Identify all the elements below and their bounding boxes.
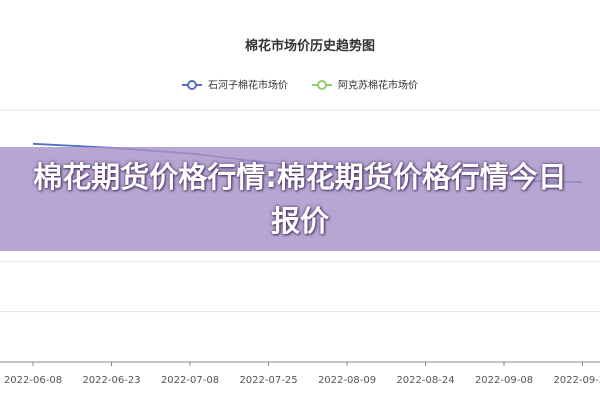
x-tick-label: 2022-09-23 (553, 375, 600, 386)
x-tick-label: 2022-07-25 (239, 375, 297, 386)
x-tick-label: 2022-06-08 (4, 375, 62, 386)
chart-title: 棉花市场价历史趋势图 (245, 38, 375, 54)
legend-swatch-marker (187, 80, 197, 90)
headline-text: 棉花期货价格行情:棉花期货价格行情今日报价 (33, 160, 567, 238)
x-tick-label: 2022-08-24 (396, 375, 454, 386)
x-tick-label: 2022-07-08 (161, 375, 219, 386)
legend-label: 石河子棉花市场价 (208, 79, 288, 92)
x-tick-label: 2022-09-08 (475, 375, 533, 386)
x-tick-label: 2022-06-23 (82, 375, 140, 386)
legend: 石河子棉花市场价 阿克苏棉花市场价 (182, 79, 418, 92)
legend-label: 阿克苏棉花市场价 (338, 79, 418, 92)
x-axis-ticks: 2022-06-08 2022-06-23 2022-07-08 2022-07-25… (4, 362, 600, 386)
legend-swatch-marker (317, 80, 327, 90)
headline-banner: 棉花期货价格行情:棉花期货价格行情今日报价 (0, 147, 600, 251)
x-tick-label: 2022-08-09 (318, 375, 376, 386)
